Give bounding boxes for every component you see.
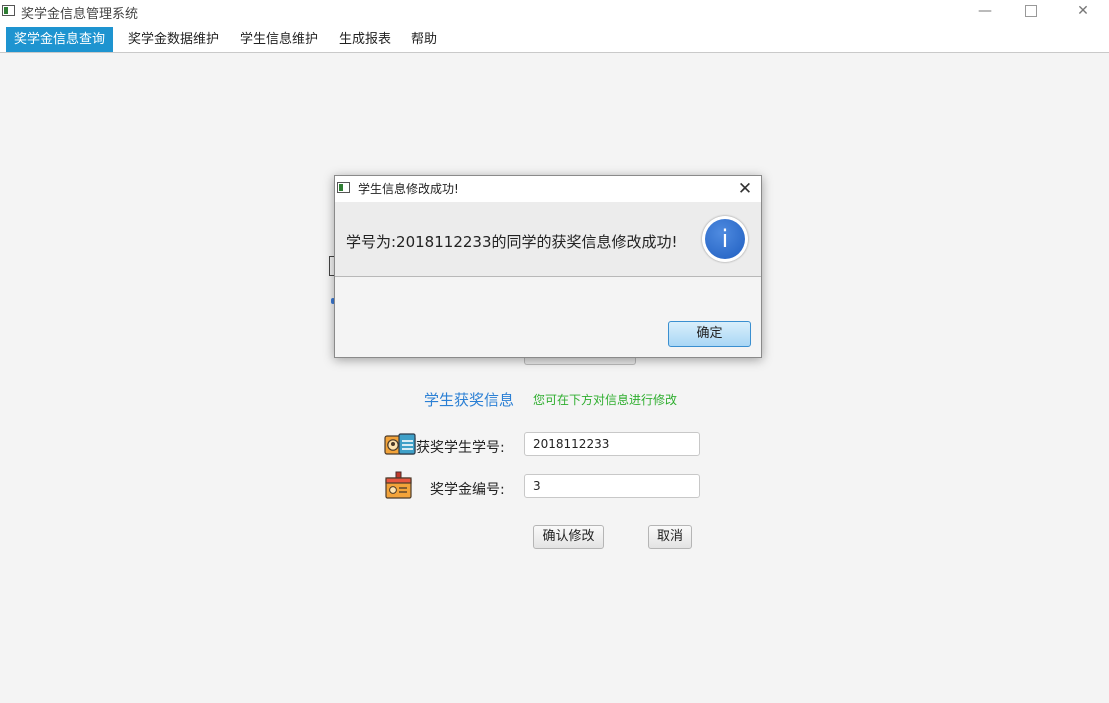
success-dialog: 学生信息修改成功! ✕ 学号为:2018112233的同学的获奖信息修改成功! … <box>334 175 762 358</box>
dialog-header: 学号为:2018112233的同学的获奖信息修改成功! i <box>335 202 761 277</box>
dialog-app-icon <box>337 182 350 193</box>
award-info-section-title: 学生获奖信息 <box>424 391 515 409</box>
close-window-button[interactable]: ✕ <box>1060 0 1106 24</box>
app-window-icon <box>2 5 15 16</box>
menu-help[interactable]: 帮助 <box>403 27 445 52</box>
student-id-label: 获奖学生学号: <box>416 440 505 456</box>
menu-student-info-maintenance[interactable]: 学生信息维护 <box>232 27 326 52</box>
window-title: 奖学金信息管理系统 <box>21 7 139 22</box>
dialog-close-button[interactable]: ✕ <box>733 177 757 201</box>
scholarship-id-label: 奖学金编号: <box>430 482 505 498</box>
maximize-icon <box>1025 5 1037 17</box>
info-icon: i <box>702 216 748 262</box>
confirm-edit-button[interactable]: 确认修改 <box>533 525 604 549</box>
scholarship-id-field[interactable] <box>524 474 700 498</box>
edit-hint: 您可在下方对信息进行修改 <box>533 393 678 407</box>
maximize-button[interactable] <box>1008 0 1054 24</box>
student-id-card-icon <box>384 433 416 455</box>
student-id-field[interactable] <box>524 432 700 456</box>
dialog-titlebar: 学生信息修改成功! ✕ <box>335 176 761 202</box>
minimize-button[interactable]: — <box>962 0 1008 24</box>
menu-scholarship-data-maintenance[interactable]: 奖学金数据维护 <box>120 27 227 52</box>
dialog-message: 学号为:2018112233的同学的获奖信息修改成功! <box>346 233 678 251</box>
menu-generate-report[interactable]: 生成报表 <box>331 27 399 52</box>
window-titlebar: 奖学金信息管理系统 — ✕ <box>0 0 1109 24</box>
badge-icon <box>385 471 412 499</box>
info-glyph: i <box>705 219 745 259</box>
cancel-button[interactable]: 取消 <box>648 525 692 549</box>
menu-bar: 奖学金信息查询 奖学金数据维护 学生信息维护 生成报表 帮助 <box>0 24 1109 53</box>
menu-scholarship-query[interactable]: 奖学金信息查询 <box>6 27 114 52</box>
dialog-title: 学生信息修改成功! <box>358 182 459 196</box>
dialog-ok-button[interactable]: 确定 <box>668 321 751 347</box>
